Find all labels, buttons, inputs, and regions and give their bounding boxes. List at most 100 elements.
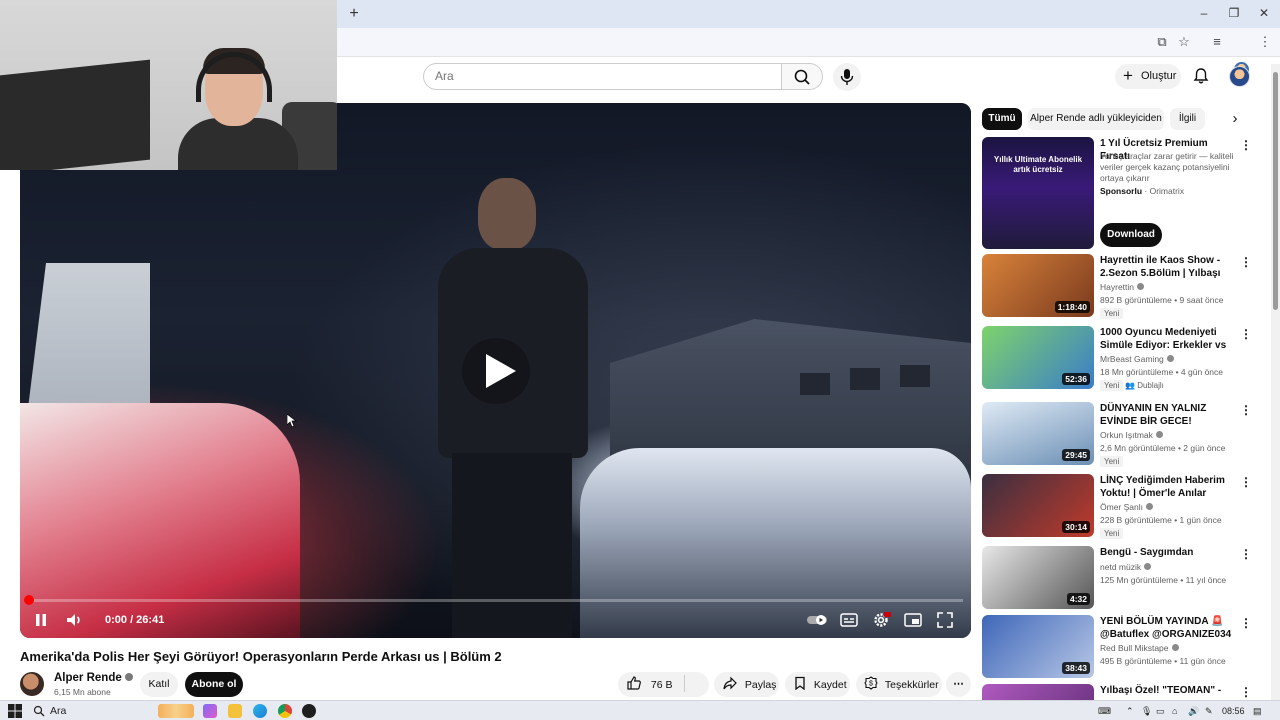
browser-menu-icon[interactable]: ⋮ [1257, 34, 1273, 50]
chip-all[interactable]: Tümü [982, 108, 1022, 130]
taskbar-file-explorer-icon[interactable] [228, 704, 242, 718]
video-channel-row[interactable]: Ömer Şanlı [1100, 502, 1153, 513]
video-title-link[interactable]: Hayrettin ile Kaos Show - 2.Sezon 5.Bölü… [1100, 254, 1236, 280]
new-tab-button[interactable]: + [346, 6, 362, 22]
fullscreen-button[interactable] [934, 609, 956, 631]
taskbar-copilot-icon[interactable] [203, 704, 217, 718]
recommended-video[interactable]: Yılbaşı Özel! "TEOMAN" - ⋮ [982, 684, 1252, 700]
video-channel[interactable]: Orkun Işıtmak [1100, 430, 1153, 440]
video-channel-row[interactable]: MrBeast Gaming [1100, 354, 1174, 365]
video-title-link[interactable]: YENİ BÖLÜM YAYINDA 🚨 @Batuflex @ORGANIZE… [1100, 615, 1236, 641]
notification-center-icon[interactable]: ▤ [1253, 704, 1262, 718]
video-title-link[interactable]: Yılbaşı Özel! "TEOMAN" - [1100, 684, 1236, 697]
voice-search-button[interactable] [833, 63, 861, 91]
ad-card[interactable]: Yıllık Ultimate Abonelik artık ücretsiz … [982, 137, 1252, 250]
bookmark-star-icon[interactable]: ☆ [1176, 34, 1192, 50]
video-channel[interactable]: Red Bull Mikstape [1100, 643, 1169, 653]
progress-bar[interactable] [28, 599, 963, 602]
video-channel[interactable]: Hayrettin [1100, 282, 1134, 292]
autoplay-toggle[interactable] [806, 609, 828, 631]
battery-icon[interactable]: ▭ [1156, 704, 1165, 718]
video-title-link[interactable]: 1000 Oyuncu Medeniyeti Simüle Ediyor: Er… [1100, 326, 1236, 352]
miniplayer-button[interactable] [902, 609, 924, 631]
channel-name[interactable]: Alper Rende [54, 672, 122, 684]
pen-icon[interactable]: ✎ [1205, 704, 1213, 718]
share-button[interactable]: Paylaş [714, 672, 779, 697]
thanks-button[interactable]: $ Teşekkürler [856, 672, 942, 697]
video-thumbnail[interactable]: 30:14 [982, 474, 1094, 537]
more-vertical-icon[interactable]: ⋮ [1240, 548, 1252, 560]
like-button[interactable] [626, 672, 642, 697]
taskbar-widget-icon[interactable] [158, 704, 194, 718]
taskbar-chrome-icon[interactable] [278, 704, 292, 718]
taskbar-edge-icon[interactable] [253, 704, 267, 718]
more-vertical-icon[interactable]: ⋮ [1240, 404, 1252, 416]
video-channel-row[interactable]: Hayrettin [1100, 282, 1145, 293]
channel-avatar[interactable] [20, 672, 44, 696]
video-channel[interactable]: Ömer Şanlı [1100, 502, 1143, 512]
recommended-video[interactable]: 30:14 LİNÇ Yediğimden Haberim Yoktu! | Ö… [982, 474, 1252, 540]
create-button[interactable]: + Oluştur [1115, 64, 1181, 89]
close-icon[interactable]: ✕ [1254, 5, 1274, 21]
more-vertical-icon[interactable]: ⋮ [1240, 617, 1252, 629]
windows-start-icon[interactable] [8, 704, 22, 718]
progress-scrubber[interactable] [24, 595, 34, 605]
search-button[interactable] [781, 63, 823, 90]
more-vertical-icon[interactable]: ⋮ [1240, 686, 1252, 698]
recommended-video[interactable]: 52:36 1000 Oyuncu Medeniyeti Simüle Ediy… [982, 326, 1252, 392]
video-title-link[interactable]: Bengü - Saygımdan [1100, 546, 1236, 559]
recommended-video[interactable]: 38:43 YENİ BÖLÜM YAYINDA 🚨 @Batuflex @OR… [982, 615, 1252, 681]
tray-overflow-icon[interactable]: ⌃ [1126, 704, 1134, 718]
clock[interactable]: 08:56 [1222, 704, 1245, 718]
join-button[interactable]: Katıl [140, 672, 178, 697]
search-input[interactable]: Ara [423, 63, 781, 90]
recommended-video[interactable]: 4:32 Bengü - Saygımdan netd müzik 125 Mn… [982, 546, 1252, 612]
more-vertical-icon[interactable]: ⋮ [1240, 476, 1252, 488]
video-channel[interactable]: MrBeast Gaming [1100, 354, 1164, 364]
video-thumbnail[interactable]: 4:32 [982, 546, 1094, 609]
video-channel-row[interactable]: Orkun Işıtmak [1100, 430, 1163, 441]
video-title-link[interactable]: LİNÇ Yediğimden Haberim Yoktu! | Ömer'le… [1100, 474, 1236, 500]
pause-button[interactable] [30, 609, 52, 631]
network-icon[interactable]: ⌂ [1172, 704, 1177, 718]
video-channel-row[interactable]: netd müzik [1100, 562, 1152, 573]
volume-button[interactable] [63, 609, 85, 631]
chip-from-uploader[interactable]: Alper Rende adlı yükleyiciden [1028, 108, 1164, 130]
video-thumbnail[interactable]: 29:45 [982, 402, 1094, 465]
minimize-icon[interactable]: – [1194, 5, 1214, 21]
video-channel-row[interactable]: Red Bull Mikstape [1100, 643, 1179, 654]
speaker-icon[interactable]: 🔊 [1188, 704, 1199, 718]
microphone-tray-icon[interactable]: 🎙 [1141, 704, 1152, 718]
recommended-video[interactable]: 29:45 DÜNYANIN EN YALNIZ EVİNDE BİR GECE… [982, 402, 1252, 468]
subscribe-button[interactable]: Abone ol [185, 672, 243, 697]
ad-thumbnail[interactable]: Yıllık Ultimate Abonelik artık ücretsiz [982, 137, 1094, 249]
video-channel[interactable]: netd müzik [1100, 562, 1141, 572]
more-actions-button[interactable]: ⋯ [946, 672, 971, 697]
video-thumbnail[interactable]: 38:43 [982, 615, 1094, 678]
notifications-bell-icon[interactable] [1192, 67, 1210, 85]
video-player[interactable]: 0:00 / 26:41 [20, 103, 971, 638]
media-queue-icon[interactable]: ≡ [1209, 34, 1225, 50]
restore-icon[interactable]: ❐ [1224, 5, 1244, 21]
recommended-video[interactable]: 1:18:40 Hayrettin ile Kaos Show - 2.Sezo… [982, 254, 1252, 320]
large-play-button[interactable] [462, 338, 530, 404]
chip-related[interactable]: İlgili [1170, 108, 1205, 130]
channel-name-row[interactable]: Alper Rende [54, 672, 133, 685]
install-app-icon[interactable]: ⧉ [1154, 34, 1170, 50]
taskbar-obs-icon[interactable] [302, 704, 316, 718]
more-vertical-icon[interactable]: ⋮ [1240, 256, 1252, 268]
more-vertical-icon[interactable]: ⋮ [1240, 328, 1252, 340]
video-thumbnail[interactable]: 52:36 [982, 326, 1094, 389]
account-avatar[interactable] [1229, 66, 1250, 87]
settings-button[interactable] [870, 609, 892, 631]
subtitles-button[interactable] [838, 609, 860, 631]
keyboard-layout-icon[interactable]: ⌨ [1098, 704, 1111, 718]
video-thumbnail[interactable] [982, 684, 1094, 700]
page-scrollbar-thumb[interactable] [1273, 72, 1278, 310]
video-thumbnail[interactable]: 1:18:40 [982, 254, 1094, 317]
ad-download-button[interactable]: Download [1100, 223, 1162, 247]
video-title-link[interactable]: DÜNYANIN EN YALNIZ EVİNDE BİR GECE! [1100, 402, 1236, 428]
save-button[interactable]: Kaydet [785, 672, 850, 697]
chevron-right-icon[interactable]: › [1226, 110, 1244, 128]
more-vertical-icon[interactable]: ⋮ [1240, 139, 1252, 151]
